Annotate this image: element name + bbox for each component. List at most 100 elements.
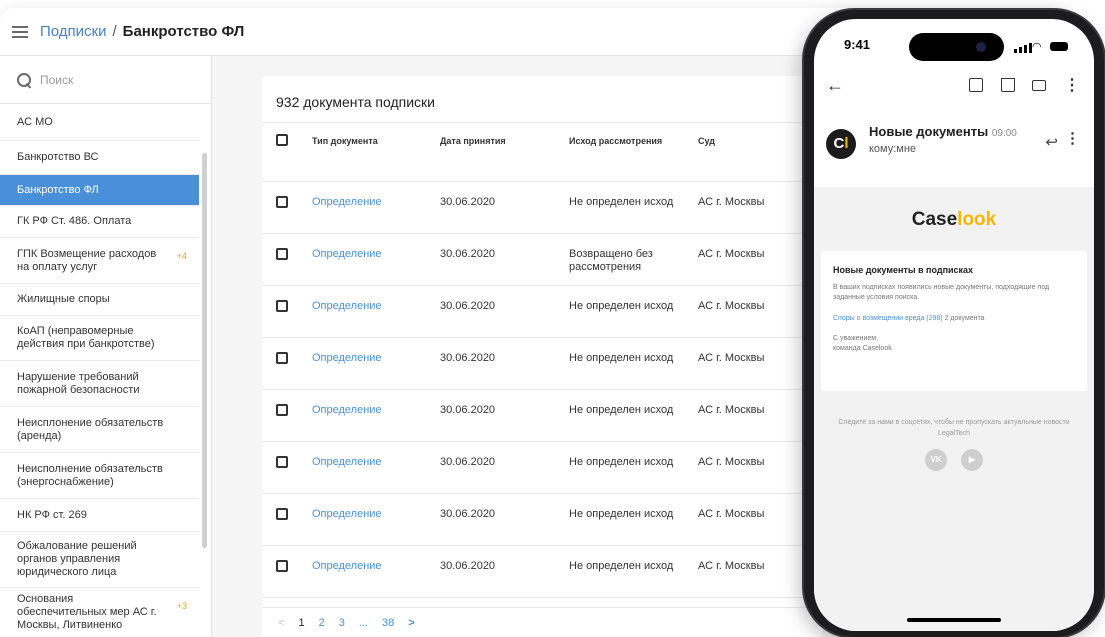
sidebar-item-label: Неисплонение обязательств (аренда) bbox=[17, 416, 164, 442]
document-type-link[interactable]: Определение bbox=[312, 456, 382, 469]
sidebar-item[interactable]: Банкротство ВС bbox=[0, 141, 199, 175]
more-vert-icon[interactable]: ⋮ bbox=[1064, 75, 1080, 95]
table-row[interactable]: Определение 30.06.2020 Не определен исхо… bbox=[262, 286, 822, 338]
document-type-link[interactable]: Определение bbox=[312, 300, 382, 313]
sidebar-item[interactable]: Неисполнение обязательств (энергоснабжен… bbox=[0, 453, 199, 499]
sidebar-item[interactable]: ГК РФ Ст. 486. Оплата bbox=[0, 206, 199, 238]
avatar-letter: C bbox=[833, 135, 845, 152]
sidebar-item[interactable]: ГПК Возмещение расходов на оплату услуг +… bbox=[0, 238, 199, 284]
email-time: 09:00 bbox=[991, 128, 1017, 139]
row-checkbox[interactable] bbox=[276, 404, 288, 416]
row-checkbox[interactable] bbox=[276, 560, 288, 572]
page-link[interactable]: 2 bbox=[319, 617, 325, 629]
sidebar-item[interactable]: Обжалование решений органов управления ю… bbox=[0, 532, 199, 588]
sidebar-scrollbar[interactable] bbox=[202, 153, 207, 548]
column-header-outcome[interactable]: Исход рассмотрения bbox=[569, 135, 662, 148]
document-outcome: Возвращено без рассмотрения bbox=[569, 248, 653, 273]
document-outcome: Не определен исход bbox=[569, 508, 674, 520]
avatar-letter-accent: l bbox=[844, 135, 849, 152]
social-links: VK ▶ bbox=[814, 449, 1094, 471]
signature-line-1: С уважением, bbox=[833, 335, 879, 342]
document-date: 30.06.2020 bbox=[440, 456, 496, 468]
document-outcome: Не определен исход bbox=[569, 300, 674, 312]
page-link[interactable]: 38 bbox=[382, 617, 394, 629]
reply-icon[interactable]: ↩ bbox=[1045, 133, 1058, 151]
document-outcome: Не определен исход bbox=[569, 352, 674, 364]
document-type-link[interactable]: Определение bbox=[312, 196, 382, 209]
documents-count-title: 932 документа подписки bbox=[262, 76, 822, 123]
mail-icon[interactable] bbox=[1032, 80, 1046, 91]
page-title: Банкротство ФЛ bbox=[122, 23, 245, 40]
status-time: 9:41 bbox=[844, 37, 871, 52]
youtube-icon[interactable]: ▶ bbox=[961, 449, 983, 471]
page-link-current[interactable]: 1 bbox=[298, 617, 304, 629]
page-link[interactable]: 3 bbox=[339, 617, 345, 629]
sidebar-item-label: ГПК Возмещение расходов на оплату услуг bbox=[17, 247, 157, 273]
caselook-logo: Caselook bbox=[814, 209, 1094, 251]
sidebar-item-label: ГК РФ Ст. 486. Оплата bbox=[17, 215, 132, 227]
sidebar-item[interactable]: Основания обеспечительных мер АС г. Моск… bbox=[0, 588, 199, 637]
subscription-link[interactable]: Споры о возмещении вреда (298) bbox=[833, 315, 943, 322]
row-checkbox[interactable] bbox=[276, 456, 288, 468]
sidebar-item[interactable]: КоАП (неправомерные действия при банкрот… bbox=[0, 316, 199, 361]
search-placeholder: Поиск bbox=[40, 72, 74, 87]
document-date: 30.06.2020 bbox=[440, 560, 496, 572]
mail-toolbar: ← ⋮ bbox=[814, 65, 1094, 109]
select-all-checkbox[interactable] bbox=[276, 134, 288, 146]
document-type-link[interactable]: Определение bbox=[312, 248, 382, 261]
next-page-button[interactable]: > bbox=[408, 617, 414, 629]
sidebar-item-label: Жилищные споры bbox=[17, 293, 110, 305]
sidebar-item-label: Неисполнение обязательств (энергоснабжен… bbox=[17, 462, 163, 488]
document-type-link[interactable]: Определение bbox=[312, 352, 382, 365]
sidebar-item[interactable]: НК РФ ст. 269 bbox=[0, 499, 199, 532]
column-header-court[interactable]: Суд bbox=[698, 135, 715, 148]
vk-icon[interactable]: VK bbox=[925, 449, 947, 471]
delete-icon[interactable] bbox=[1001, 78, 1015, 92]
row-checkbox[interactable] bbox=[276, 352, 288, 364]
documents-card: 932 документа подписки Тип документа Дат… bbox=[262, 76, 822, 637]
row-checkbox[interactable] bbox=[276, 196, 288, 208]
menu-icon[interactable] bbox=[12, 25, 28, 38]
archive-icon[interactable] bbox=[969, 78, 983, 92]
row-checkbox[interactable] bbox=[276, 300, 288, 312]
table-row[interactable]: Определение 30.06.2020 Не определен исхо… bbox=[262, 442, 822, 494]
row-checkbox[interactable] bbox=[276, 508, 288, 520]
search-icon bbox=[16, 72, 32, 88]
more-vert-icon[interactable]: ⋮ bbox=[1065, 129, 1080, 147]
sidebar-item-label: Основания обеспечительных мер АС г. Моск… bbox=[17, 593, 157, 631]
document-type-link[interactable]: Определение bbox=[312, 508, 382, 521]
logo-part-2: look bbox=[957, 209, 997, 230]
document-type-link[interactable]: Определение bbox=[312, 560, 382, 573]
sidebar-item-label: НК РФ ст. 269 bbox=[17, 508, 87, 521]
sidebar-item[interactable]: АС МО bbox=[0, 104, 199, 141]
breadcrumb-parent[interactable]: Подписки bbox=[40, 23, 107, 40]
email-card: Новые документы в подписках В ваших подп… bbox=[821, 251, 1087, 391]
email-subject-text: Новые документы bbox=[869, 124, 989, 139]
row-checkbox[interactable] bbox=[276, 248, 288, 260]
sidebar-item[interactable]: Нарушение требований пожарной безопаснос… bbox=[0, 361, 199, 407]
table-row[interactable]: Определение 30.06.2020 Не определен исхо… bbox=[262, 546, 822, 598]
document-date: 30.06.2020 bbox=[440, 352, 496, 364]
email-card-title: Новые документы в подписках bbox=[833, 265, 974, 275]
table-row[interactable]: Определение 30.06.2020 Не определен исхо… bbox=[262, 494, 822, 546]
column-header-type[interactable]: Тип документа bbox=[312, 135, 378, 148]
table-row[interactable]: Определение 30.06.2020 Возвращено без ра… bbox=[262, 234, 822, 286]
sidebar-item-label: Банкротство ФЛ bbox=[17, 183, 99, 196]
document-type-link[interactable]: Определение bbox=[312, 404, 382, 417]
email-recipient: кому:мне bbox=[869, 143, 917, 155]
home-indicator bbox=[907, 618, 1001, 622]
prev-page-button[interactable]: < bbox=[278, 617, 284, 629]
table-row[interactable]: Определение 30.06.2020 Не определен исхо… bbox=[262, 338, 822, 390]
back-arrow-icon[interactable]: ← bbox=[826, 75, 844, 96]
document-court: АС г. Москвы bbox=[698, 300, 765, 312]
sidebar-item[interactable]: Жилищные споры bbox=[0, 284, 199, 316]
table-row[interactable]: Определение 30.06.2020 Не определен исхо… bbox=[262, 182, 822, 234]
search-input[interactable]: Поиск bbox=[0, 56, 211, 104]
column-header-date[interactable]: Дата принятия bbox=[440, 135, 506, 148]
sidebar-item-active[interactable]: Банкротство ФЛ bbox=[0, 175, 199, 206]
sidebar-item-badge: +3 bbox=[176, 601, 187, 611]
sidebar-item[interactable]: Неисплонение обязательств (аренда) bbox=[0, 407, 199, 453]
document-court: АС г. Москвы bbox=[698, 352, 765, 364]
document-outcome: Не определен исход bbox=[569, 456, 674, 468]
table-row[interactable]: Определение 30.06.2020 Не определен исхо… bbox=[262, 390, 822, 442]
